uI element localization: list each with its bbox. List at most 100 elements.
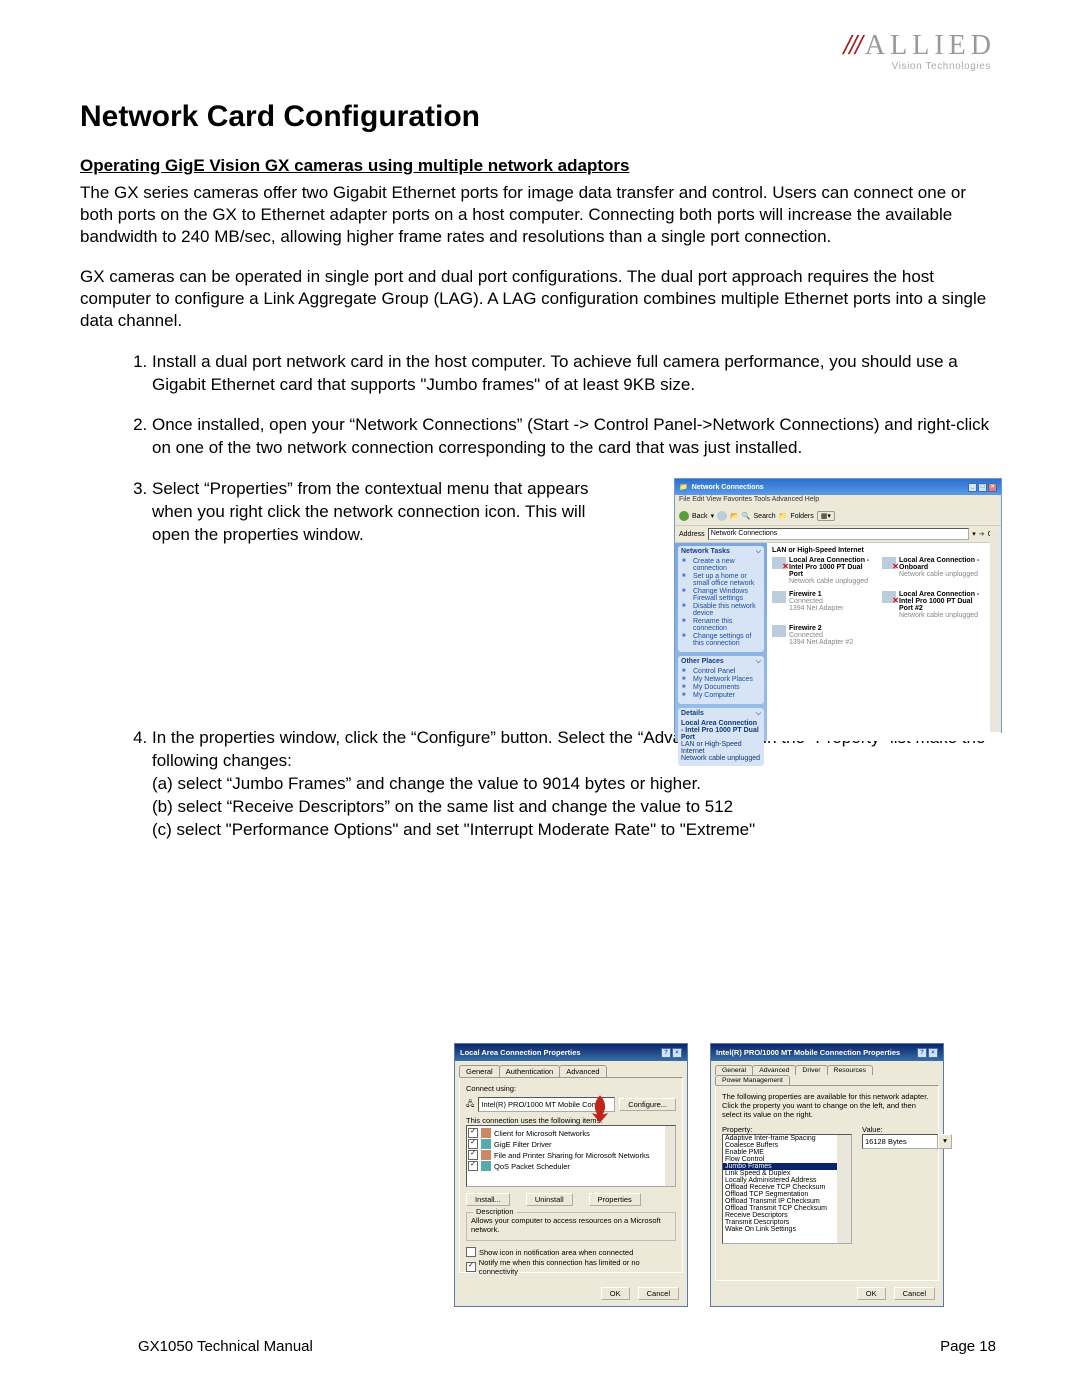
- property-option[interactable]: Coalesce Buffers: [723, 1142, 851, 1149]
- tab-resources[interactable]: Resources: [827, 1065, 874, 1075]
- connection-item[interactable]: Firewire 2Connected1394 Net Adapter #2: [772, 625, 872, 646]
- tab-advanced[interactable]: Advanced: [752, 1065, 796, 1075]
- task-disable-device[interactable]: Disable this network device: [681, 603, 761, 617]
- nc-toolbar[interactable]: Back ▾ 📂 🔍Search 📁Folders ▦▾: [675, 507, 1001, 526]
- property-option[interactable]: Wake On Link Settings: [723, 1226, 851, 1233]
- cancel-button[interactable]: Cancel: [894, 1287, 935, 1300]
- nc-titlebar[interactable]: 📁 Network Connections _ □ ×: [675, 479, 1001, 495]
- item-file-printer[interactable]: File and Printer Sharing for Microsoft N…: [494, 1151, 649, 1160]
- ok-button[interactable]: OK: [857, 1287, 886, 1300]
- scrollbar[interactable]: [990, 531, 1001, 732]
- item-gige-filter[interactable]: GigE Filter Driver: [494, 1140, 552, 1149]
- properties-button[interactable]: Properties: [589, 1193, 641, 1206]
- cancel-button[interactable]: Cancel: [638, 1287, 679, 1300]
- place-my-computer[interactable]: My Computer: [681, 692, 761, 699]
- task-create-connection[interactable]: Create a new connection: [681, 558, 761, 572]
- tab-advanced[interactable]: Advanced: [559, 1065, 606, 1077]
- property-option[interactable]: Jumbo Frames: [723, 1163, 851, 1170]
- uninstall-button[interactable]: Uninstall: [526, 1193, 573, 1206]
- item-qos[interactable]: QoS Packet Scheduler: [494, 1162, 570, 1171]
- folders-label[interactable]: Folders: [790, 513, 813, 520]
- back-icon[interactable]: [679, 511, 689, 521]
- nc-category: LAN or High-Speed Internet: [772, 547, 996, 554]
- adapter-field[interactable]: Intel(R) PRO/1000 MT Mobile Conne: [478, 1097, 615, 1112]
- checkbox-icon[interactable]: [468, 1139, 478, 1149]
- task-firewall[interactable]: Change Windows Firewall settings: [681, 588, 761, 602]
- back-label[interactable]: Back: [692, 513, 708, 520]
- connection-name: Local Area Connection - Onboard: [899, 557, 982, 571]
- address-chevron-down-icon[interactable]: ▾: [972, 530, 976, 538]
- items-listbox[interactable]: Client for Microsoft Networks GigE Filte…: [466, 1125, 676, 1187]
- install-button[interactable]: Install...: [466, 1193, 510, 1206]
- checkbox-show-icon[interactable]: [466, 1247, 476, 1257]
- property-option[interactable]: Offload Transmit IP Checksum: [723, 1198, 851, 1205]
- scrollbar[interactable]: [665, 1126, 675, 1186]
- property-option[interactable]: Offload Transmit TCP Checksum: [723, 1205, 851, 1212]
- tab-authentication[interactable]: Authentication: [499, 1065, 561, 1077]
- chevron-down-icon[interactable]: ▾: [938, 1134, 952, 1149]
- forward-icon[interactable]: [717, 511, 727, 521]
- folders-icon[interactable]: 📁: [779, 512, 788, 520]
- connection-item[interactable]: Local Area Connection - Intel Pro 1000 P…: [882, 591, 982, 619]
- address-value[interactable]: Network Connections: [711, 530, 778, 537]
- chevron-down-icon[interactable]: ▾: [711, 512, 715, 520]
- place-my-documents[interactable]: My Documents: [681, 684, 761, 691]
- task-setup-network[interactable]: Set up a home or small office network: [681, 573, 761, 587]
- tab-power[interactable]: Power Management: [715, 1075, 790, 1085]
- maximize-icon[interactable]: □: [978, 483, 987, 492]
- property-option[interactable]: Adaptive Inter-frame Spacing: [723, 1135, 851, 1142]
- dlg2-titlebar[interactable]: Intel(R) PRO/1000 MT Mobile Connection P…: [711, 1044, 943, 1061]
- property-option[interactable]: Flow Control: [723, 1156, 851, 1163]
- checkbox-icon[interactable]: [468, 1150, 478, 1160]
- property-listbox[interactable]: Adaptive Inter-frame SpacingCoalesce Buf…: [722, 1134, 852, 1244]
- collapse-icon[interactable]: ⌵: [756, 710, 761, 718]
- help-icon[interactable]: ?: [661, 1048, 671, 1058]
- minimize-icon[interactable]: _: [968, 483, 977, 492]
- close-icon[interactable]: ×: [988, 483, 997, 492]
- property-option[interactable]: Offload TCP Segmentation: [723, 1191, 851, 1198]
- connection-device: 1394 Net Adapter: [789, 605, 844, 612]
- collapse-icon[interactable]: ⌵: [756, 548, 761, 556]
- paragraph-2: GX cameras can be operated in single por…: [80, 266, 1000, 332]
- connection-item[interactable]: Local Area Connection - OnboardNetwork c…: [882, 557, 982, 585]
- go-icon[interactable]: ➜: [979, 530, 985, 538]
- up-folder-icon[interactable]: 📂: [730, 512, 739, 520]
- place-network-places[interactable]: My Network Places: [681, 676, 761, 683]
- property-option[interactable]: Enable PME: [723, 1149, 851, 1156]
- task-rename[interactable]: Rename this connection: [681, 618, 761, 632]
- search-icon[interactable]: 🔍: [742, 512, 751, 520]
- nc-addressbar[interactable]: Address Network Connections ▾ ➜ Go: [675, 526, 1001, 543]
- place-control-panel[interactable]: Control Panel: [681, 668, 761, 675]
- connection-item[interactable]: Local Area Connection - Intel Pro 1000 P…: [772, 557, 872, 585]
- property-option[interactable]: Locally Administered Address: [723, 1177, 851, 1184]
- tab-general[interactable]: General: [459, 1065, 500, 1077]
- property-option[interactable]: Receive Descriptors: [723, 1212, 851, 1219]
- property-option[interactable]: Transmit Descriptors: [723, 1219, 851, 1226]
- tab-general[interactable]: General: [715, 1065, 753, 1075]
- property-option[interactable]: Link Speed & Duplex: [723, 1170, 851, 1177]
- component-icon: [481, 1128, 491, 1138]
- collapse-icon[interactable]: ⌵: [756, 658, 761, 666]
- connection-item[interactable]: Firewire 1Connected1394 Net Adapter: [772, 591, 872, 619]
- logo-slashes-icon: ///: [844, 30, 865, 61]
- help-icon[interactable]: ?: [917, 1048, 927, 1058]
- search-label[interactable]: Search: [754, 513, 776, 520]
- close-icon[interactable]: ×: [928, 1048, 938, 1058]
- tab-driver[interactable]: Driver: [795, 1065, 827, 1075]
- task-change-settings[interactable]: Change settings of this connection: [681, 633, 761, 647]
- item-client-ms-networks[interactable]: Client for Microsoft Networks: [494, 1129, 590, 1138]
- connection-icon: [772, 591, 786, 603]
- value-dropdown[interactable]: 16128 Bytes: [862, 1134, 938, 1149]
- nc-menubar[interactable]: File Edit View Favorites Tools Advanced …: [675, 495, 1001, 507]
- ok-button[interactable]: OK: [601, 1287, 630, 1300]
- dlg1-titlebar[interactable]: Local Area Connection Properties ?×: [455, 1044, 687, 1061]
- views-icon[interactable]: ▦▾: [817, 511, 835, 521]
- scrollbar[interactable]: [837, 1135, 851, 1243]
- checkbox-notify[interactable]: [466, 1262, 476, 1272]
- configure-button[interactable]: Configure...: [619, 1098, 676, 1111]
- checkbox-icon[interactable]: [468, 1128, 478, 1138]
- close-icon[interactable]: ×: [672, 1048, 682, 1058]
- property-option[interactable]: Offload Receive TCP Checksum: [723, 1184, 851, 1191]
- nc-main-pane[interactable]: LAN or High-Speed Internet Local Area Co…: [767, 543, 1001, 741]
- checkbox-icon[interactable]: [468, 1161, 478, 1171]
